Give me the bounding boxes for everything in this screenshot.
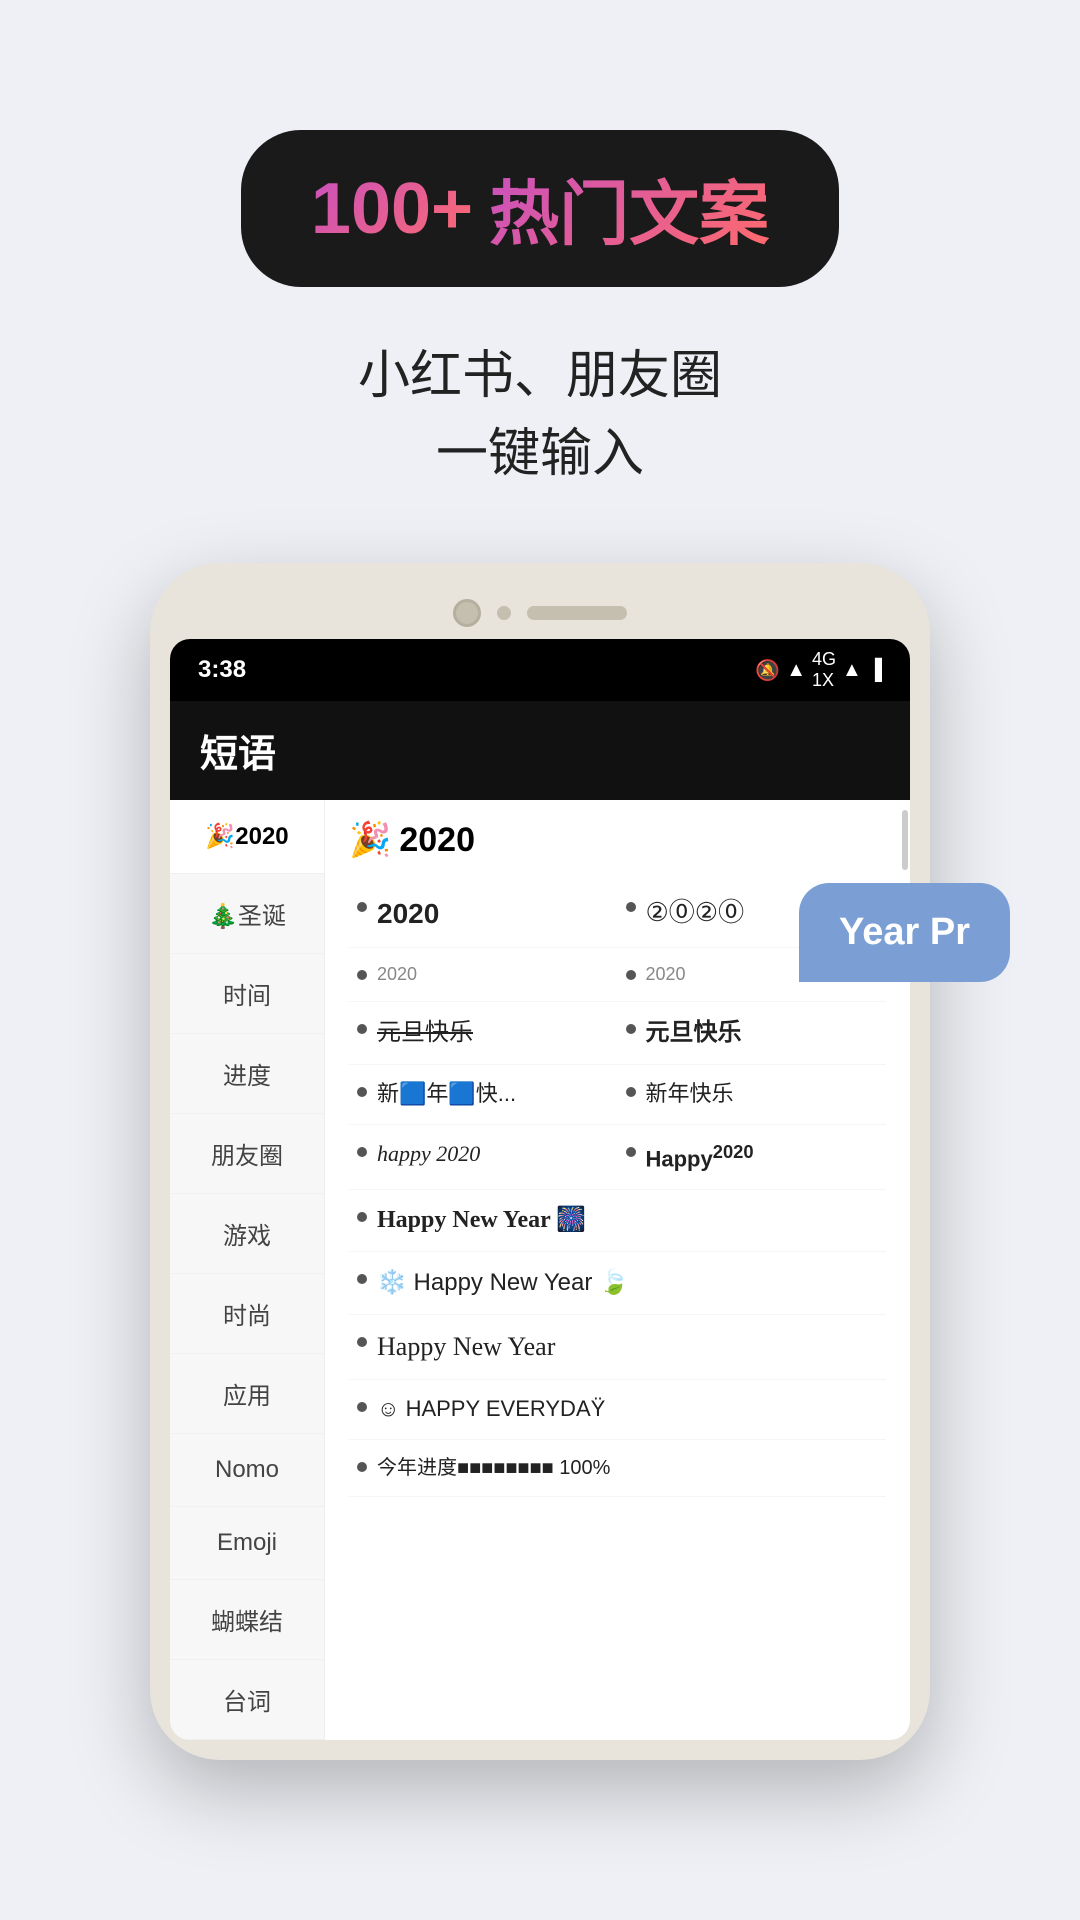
sidebar-item-moments[interactable]: 朋友圈 xyxy=(170,1114,324,1194)
bullet-icon xyxy=(357,1274,367,1284)
item-text: Happy2020 xyxy=(646,1139,879,1175)
list-item[interactable]: ❄️ Happy New Year 🍃 xyxy=(349,1252,886,1315)
bullet-icon xyxy=(357,1337,367,1347)
signal-icon: ▲ xyxy=(842,659,862,682)
sidebar-item-game[interactable]: 游戏 xyxy=(170,1194,324,1274)
list-item[interactable]: 新🟦年🟦快... xyxy=(349,1065,618,1125)
bullet-icon xyxy=(357,1087,367,1097)
section-header: 🎉 2020 xyxy=(349,820,886,860)
item-text: 2020 xyxy=(377,962,610,987)
sidebar-item-time[interactable]: 时间 xyxy=(170,954,324,1034)
battery-icon: ▐ xyxy=(868,659,882,682)
item-text: Happy New Year 🎆 xyxy=(377,1204,878,1238)
sidebar-item-emoji[interactable]: Emoji xyxy=(170,1507,324,1580)
bullet-icon xyxy=(357,1462,367,1472)
phone-shell: 3:38 🔕 ▲ 4G1X ▲ ▐ 短语 🎉2020 🎄圣诞 xyxy=(150,563,930,1760)
bullet-icon xyxy=(357,1402,367,1412)
subtitle-line2: 一键输入 xyxy=(358,415,722,493)
item-text: 今年进度■■■■■■■■ 100% xyxy=(377,1454,878,1482)
badge-text: 热门文案 xyxy=(489,158,769,259)
sidebar-item-christmas[interactable]: 🎄圣诞 xyxy=(170,874,324,954)
tooltip-text: Year Pr xyxy=(839,911,910,953)
sidebar-item-progress[interactable]: 进度 xyxy=(170,1034,324,1114)
list-item[interactable]: Happy New Year xyxy=(349,1315,886,1380)
list-item[interactable]: ☺ HAPPY EVERYDAŸ xyxy=(349,1380,886,1440)
item-text: 元旦快乐 xyxy=(646,1016,879,1050)
list-item[interactable]: Happy2020 xyxy=(618,1125,887,1190)
phone-mockup: 3:38 🔕 ▲ 4G1X ▲ ▐ 短语 🎉2020 🎄圣诞 xyxy=(110,563,970,1760)
status-bar: 3:38 🔕 ▲ 4G1X ▲ ▐ xyxy=(170,639,910,701)
app-content: 🎉2020 🎄圣诞 时间 进度 朋友圈 游戏 时尚 应用 Nomo Emoji … xyxy=(170,800,910,1740)
phone-screen: 3:38 🔕 ▲ 4G1X ▲ ▐ 短语 🎉2020 🎄圣诞 xyxy=(170,639,910,1740)
bullet-icon xyxy=(357,1147,367,1157)
list-item[interactable]: Happy New Year 🎆 xyxy=(349,1190,886,1253)
phone-notch xyxy=(170,583,910,639)
status-time: 3:38 xyxy=(198,656,246,684)
item-text: happy 2020 xyxy=(377,1139,610,1170)
list-item[interactable]: 新年快乐 xyxy=(618,1065,887,1125)
sidebar: 🎉2020 🎄圣诞 时间 进度 朋友圈 游戏 时尚 应用 Nomo Emoji … xyxy=(170,800,325,1740)
section-icon: 🎉 xyxy=(349,820,391,860)
subtitle-line1: 小红书、朋友圈 xyxy=(358,337,722,415)
badge-number: 100+ xyxy=(311,168,473,250)
status-icons: 🔕 ▲ 4G1X ▲ ▐ xyxy=(755,649,882,691)
sidebar-item-app[interactable]: 应用 xyxy=(170,1354,324,1434)
item-text: 元旦快乐 xyxy=(377,1016,610,1050)
app-title: 短语 xyxy=(200,723,880,778)
network-label: 4G1X xyxy=(812,649,836,691)
bullet-icon xyxy=(626,970,636,980)
app-header: 短语 xyxy=(170,701,910,800)
bullet-icon xyxy=(357,902,367,912)
tooltip-bubble: Year Pr xyxy=(799,883,910,982)
top-badge: 100+ 热门文案 xyxy=(241,130,839,287)
item-text: 新年快乐 xyxy=(646,1079,879,1110)
item-text: ❄️ Happy New Year 🍃 xyxy=(377,1266,878,1300)
list-item[interactable]: 2020 xyxy=(349,880,618,948)
bullet-icon xyxy=(357,970,367,980)
list-item[interactable]: 元旦快乐 xyxy=(618,1002,887,1065)
speaker-icon xyxy=(527,606,627,620)
item-text: 新🟦年🟦快... xyxy=(377,1079,610,1110)
sidebar-item-lines[interactable]: 台词 xyxy=(170,1660,324,1740)
wifi-icon: ▲ xyxy=(786,659,806,682)
sidebar-item-nomo[interactable]: Nomo xyxy=(170,1434,324,1507)
item-text: ☺ HAPPY EVERYDAŸ xyxy=(377,1394,878,1425)
camera-icon xyxy=(453,599,481,627)
bullet-icon xyxy=(357,1024,367,1034)
scrollbar[interactable] xyxy=(902,810,908,870)
subtitle: 小红书、朋友圈 一键输入 xyxy=(358,337,722,493)
sidebar-item-bow[interactable]: 蝴蝶结 xyxy=(170,1580,324,1660)
sensor-icon xyxy=(497,606,511,620)
bullet-icon xyxy=(357,1212,367,1222)
bullet-icon xyxy=(626,1024,636,1034)
bullet-icon xyxy=(626,1087,636,1097)
sidebar-item-fashion[interactable]: 时尚 xyxy=(170,1274,324,1354)
list-item[interactable]: 2020 xyxy=(349,948,618,1002)
list-item[interactable]: 今年进度■■■■■■■■ 100% xyxy=(349,1440,886,1497)
list-item[interactable]: happy 2020 xyxy=(349,1125,618,1190)
item-text: 2020 xyxy=(377,894,610,933)
bullet-icon xyxy=(626,1147,636,1157)
section-title: 2020 xyxy=(399,821,475,860)
list-item[interactable]: 元旦快乐 xyxy=(349,1002,618,1065)
item-text: Happy New Year xyxy=(377,1329,878,1365)
sidebar-item-2020[interactable]: 🎉2020 xyxy=(170,800,324,874)
mute-icon: 🔕 xyxy=(755,658,780,683)
bullet-icon xyxy=(626,902,636,912)
